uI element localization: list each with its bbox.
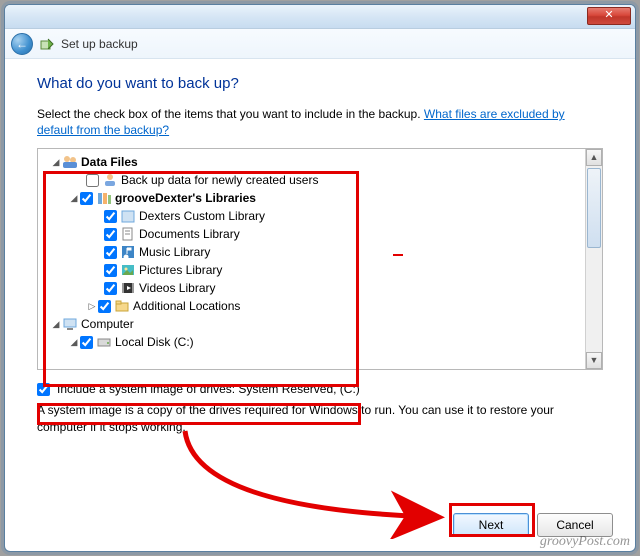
annotation-mark [393,254,403,256]
expander-icon[interactable]: ◢ [50,157,62,168]
checkbox-documents[interactable] [104,228,117,241]
instruction-text: Select the check box of the items that y… [37,106,603,138]
nav-bar: ← Set up backup [5,29,635,59]
watermark: groovyPost.com [540,534,630,550]
tree-node-additional-locations[interactable]: ▷ Additional Locations [40,297,583,315]
checkbox-music[interactable] [104,246,117,259]
tree-label: Data Files [81,155,138,169]
backup-wizard-icon [39,36,55,52]
checkbox-pictures[interactable] [104,264,117,277]
scrollbar[interactable]: ▲ ▼ [585,149,602,369]
checkbox-new-users[interactable] [86,174,99,187]
drive-icon [96,334,112,350]
computer-icon [62,316,78,332]
tree-label: Music Library [139,245,210,259]
tree-node-pictures-library[interactable]: Pictures Library [40,261,583,279]
user-icon [102,172,118,188]
music-icon [120,244,136,260]
next-button[interactable]: Next [453,513,529,537]
page-heading: What do you want to back up? [37,75,603,92]
tree-label: Back up data for newly created users [121,173,318,187]
system-image-label: Include a system image of drives: System… [57,382,360,396]
expander-icon[interactable]: ◢ [50,319,62,330]
dialog-window: ✕ ← Set up backup What do you want to ba… [4,4,636,552]
documents-icon [120,226,136,242]
tree-label: Additional Locations [133,299,240,313]
expander-icon[interactable]: ◢ [68,337,80,348]
tree-node-documents-library[interactable]: Documents Library [40,225,583,243]
tree-node-local-disk[interactable]: ◢ Local Disk (C:) [40,333,583,351]
tree-node-libraries[interactable]: ◢ grooveDexter's Libraries [40,189,583,207]
pictures-icon [120,262,136,278]
content-area: What do you want to back up? Select the … [5,59,635,445]
tree-node-computer[interactable]: ◢ Computer [40,315,583,333]
back-button[interactable]: ← [11,33,33,55]
users-icon [62,154,78,170]
checkbox-additional[interactable] [98,300,111,313]
tree-label: Dexters Custom Library [139,209,265,223]
scroll-thumb[interactable] [587,168,601,248]
tree-node-new-users[interactable]: Back up data for newly created users [40,171,583,189]
system-image-description: A system image is a copy of the drives r… [37,402,603,434]
checkbox-system-image[interactable] [37,383,50,396]
expander-icon[interactable]: ▷ [86,301,98,312]
videos-icon [120,280,136,296]
tree-label: Local Disk (C:) [115,335,194,349]
tree-node-custom-library[interactable]: Dexters Custom Library [40,207,583,225]
checkbox-custom[interactable] [104,210,117,223]
checkbox-videos[interactable] [104,282,117,295]
wizard-title: Set up backup [61,37,138,51]
scroll-track[interactable] [586,166,602,352]
libraries-icon [96,190,112,206]
tree-node-data-files[interactable]: ◢ Data Files [40,153,583,171]
library-icon [120,208,136,224]
tree-node-music-library[interactable]: Music Library [40,243,583,261]
title-bar: ✕ [5,5,635,29]
scroll-up-button[interactable]: ▲ [586,149,602,166]
close-button[interactable]: ✕ [587,7,631,25]
folder-icon [114,298,130,314]
tree-label: Computer [81,317,134,331]
tree-label: Pictures Library [139,263,222,277]
instruction-prefix: Select the check box of the items that y… [37,107,424,121]
checkbox-local-disk[interactable] [80,336,93,349]
expander-icon[interactable]: ◢ [68,193,80,204]
tree-label: grooveDexter's Libraries [115,191,256,205]
scroll-down-button[interactable]: ▼ [586,352,602,369]
tree-label: Documents Library [139,227,240,241]
tree-node-videos-library[interactable]: Videos Library [40,279,583,297]
tree-label: Videos Library [139,281,216,295]
backup-items-tree: ◢ Data Files Back up data for newly crea… [37,148,603,370]
checkbox-libraries[interactable] [80,192,93,205]
system-image-row: Include a system image of drives: System… [37,382,603,396]
